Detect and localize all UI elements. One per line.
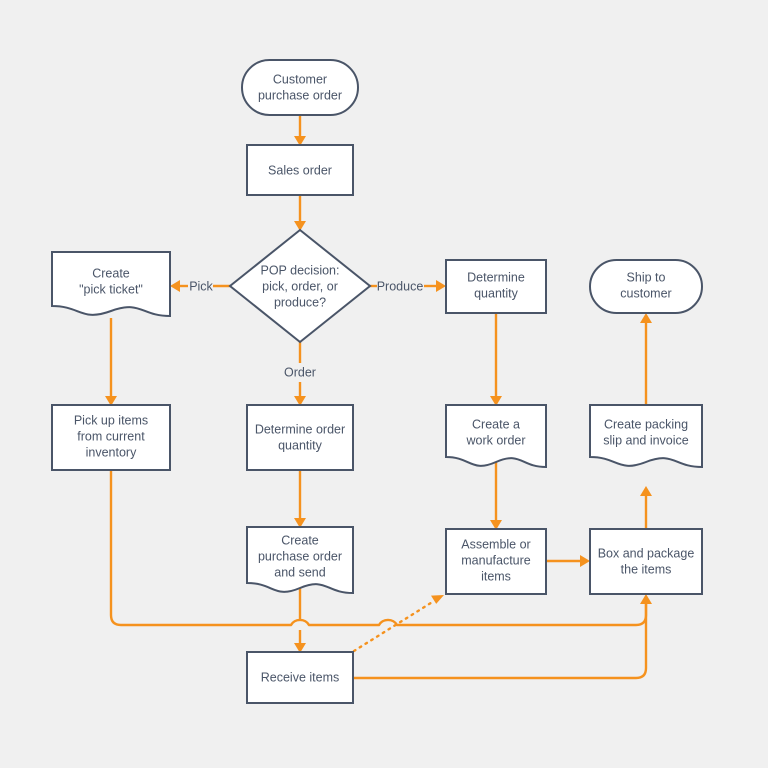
node-determine-quantity[interactable]: Determine quantity <box>445 259 547 314</box>
node-pop-decision[interactable]: POP decision: pick, order, or produce? <box>228 228 372 344</box>
customer-purchase-order-shape[interactable] <box>241 59 359 116</box>
node-receive-items[interactable]: Receive items <box>246 651 354 704</box>
node-determine-order-quantity[interactable]: Determine order quantity <box>246 404 354 471</box>
edge-pick-ticket-to-pick-up-items <box>105 318 117 406</box>
edge-pick-up-items-to-box-and-package <box>109 470 652 627</box>
create-purchase-order-shape[interactable] <box>246 526 354 595</box>
assemble-items-shape[interactable] <box>445 528 547 595</box>
node-create-work-order[interactable]: Create a work order <box>445 404 547 469</box>
node-sales-order[interactable]: Sales order <box>246 144 354 196</box>
edge-receive-items-to-assemble <box>352 595 444 653</box>
edge-box-and-package-to-packing-slip <box>640 486 652 529</box>
edge-decision-to-determine-order-quantity: Order <box>284 342 316 406</box>
edge-assemble-to-box-and-package <box>546 555 590 567</box>
node-customer-purchase-order[interactable]: Customer purchase order <box>241 59 359 116</box>
box-and-package-shape[interactable] <box>589 528 703 595</box>
edge-label-pick: Pick <box>189 279 213 293</box>
flowchart-svg: Pick Produce Order Customer purchase ord… <box>51 59 703 704</box>
edges-layer: Pick Produce Order <box>105 115 652 680</box>
ship-to-customer-shape[interactable] <box>589 259 703 314</box>
determine-quantity-shape[interactable] <box>445 259 547 314</box>
edge-decision-to-pick-ticket: Pick <box>170 279 230 293</box>
create-pick-ticket-shape[interactable] <box>51 251 171 318</box>
node-pick-up-items[interactable]: Pick up items from current inventory <box>51 404 171 471</box>
node-box-and-package[interactable]: Box and package the items <box>589 528 703 595</box>
edge-determine-quantity-to-work-order <box>490 313 502 406</box>
edge-decision-to-determine-quantity: Produce <box>370 279 446 293</box>
node-assemble-items[interactable]: Assemble or manufacture items <box>445 528 547 595</box>
node-create-packing-slip[interactable]: Create packing slip and invoice <box>589 404 703 469</box>
edge-label-order: Order <box>284 365 316 379</box>
edge-determine-order-quantity-to-purchase-order <box>294 470 306 528</box>
sales-order-shape[interactable] <box>246 144 354 196</box>
receive-items-shape[interactable] <box>246 651 354 704</box>
edge-label-produce: Produce <box>377 279 424 293</box>
edge-customer-order-to-sales-order <box>294 115 306 146</box>
node-ship-to-customer[interactable]: Ship to customer <box>589 259 703 314</box>
edge-receive-items-to-box-and-package <box>353 603 648 680</box>
create-packing-slip-shape[interactable] <box>589 404 703 469</box>
nodes-layer: Customer purchase order Sales order POP … <box>51 59 703 704</box>
determine-order-quantity-shape[interactable] <box>246 404 354 471</box>
create-work-order-shape[interactable] <box>445 404 547 469</box>
node-create-pick-ticket[interactable]: Create "pick ticket" <box>51 251 171 318</box>
edge-sales-order-to-decision <box>294 195 306 231</box>
edge-packing-slip-to-ship <box>640 313 652 405</box>
pop-decision-shape[interactable] <box>228 228 372 344</box>
edge-work-order-to-assemble <box>490 462 502 530</box>
pick-up-items-shape[interactable] <box>51 404 171 471</box>
node-create-purchase-order[interactable]: Create purchase order and send <box>246 526 354 595</box>
flowchart-canvas: Pick Produce Order Customer purchase ord… <box>0 0 768 768</box>
